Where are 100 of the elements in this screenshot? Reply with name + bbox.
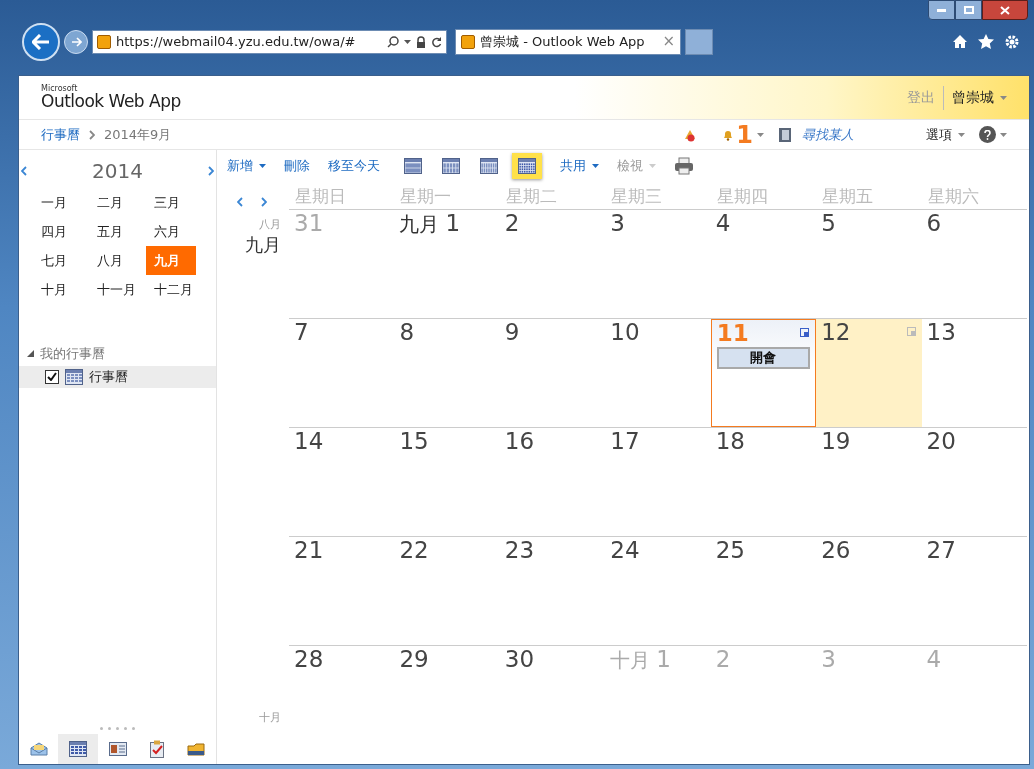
day-cell[interactable]: 24: [605, 537, 711, 645]
day-cell[interactable]: 11 開會: [710, 319, 817, 427]
tab-close-button[interactable]: ×: [662, 30, 675, 53]
checkbox[interactable]: [45, 369, 59, 384]
month-cell[interactable]: 十月: [33, 275, 83, 304]
browser-tab[interactable]: 曾崇城 - Outlook Web App ×: [455, 28, 681, 55]
day-cell[interactable]: 8: [394, 319, 500, 427]
day-cell[interactable]: 14: [289, 428, 395, 536]
today-button[interactable]: 移至今天: [328, 156, 380, 176]
day-number: 18: [715, 430, 745, 453]
month-cell[interactable]: 六月: [145, 217, 196, 246]
minimize-button[interactable]: [928, 0, 955, 20]
star-icon[interactable]: [978, 34, 994, 49]
previous-year-button[interactable]: [19, 166, 29, 176]
user-menu[interactable]: 曾崇城: [952, 87, 1007, 108]
new-button[interactable]: 新增: [227, 156, 266, 176]
day-cell[interactable]: 26: [816, 537, 922, 645]
chevron-right-icon: [208, 166, 214, 176]
address-book-icon[interactable]: [778, 126, 792, 143]
day-cell[interactable]: 9: [499, 319, 606, 427]
day-cell[interactable]: 2: [499, 210, 606, 318]
weekday-header: 星期二: [504, 184, 558, 208]
month-cell[interactable]: 二月: [89, 188, 140, 217]
day-cell[interactable]: 10: [605, 319, 711, 427]
options-menu[interactable]: 選項: [926, 124, 965, 145]
day-number: 8: [399, 321, 415, 344]
day-cell[interactable]: 23: [499, 537, 606, 645]
refresh-icon: [431, 35, 442, 48]
day-cell[interactable]: 3: [605, 210, 711, 318]
day-number: 7: [294, 321, 309, 344]
month-cell[interactable]: 五月: [89, 217, 140, 246]
day-number: 19: [821, 430, 851, 453]
month-cell[interactable]: 十一月: [89, 275, 140, 304]
day-cell[interactable]: 4: [710, 210, 817, 318]
day-cell[interactable]: 22: [394, 537, 500, 645]
day-cell[interactable]: 18: [710, 428, 817, 536]
day-number: 22: [399, 539, 429, 562]
maximize-button[interactable]: [955, 0, 982, 20]
month-cell[interactable]: 八月: [89, 246, 140, 275]
settings-icon[interactable]: [1004, 33, 1020, 50]
forward-button[interactable]: [64, 29, 88, 54]
day-number: 20: [926, 430, 956, 453]
month-cell[interactable]: 四月: [33, 217, 83, 246]
day-number: 23: [504, 539, 535, 562]
day-cell[interactable]: 27: [921, 537, 1027, 645]
outlook-logo-icon: [97, 34, 111, 49]
day-month-label: 九月: [399, 214, 440, 234]
view-button[interactable]: [512, 153, 542, 179]
day-cell[interactable]: 15: [394, 428, 500, 536]
month-cell[interactable]: 三月: [145, 188, 196, 217]
day-cell[interactable]: 九月 1: [394, 210, 500, 318]
month-cell[interactable]: 一月: [33, 188, 83, 217]
day-cell[interactable]: 17: [605, 428, 711, 536]
day-cell[interactable]: 7: [289, 319, 395, 427]
calendar-list-item[interactable]: 行事曆: [19, 365, 216, 388]
share-button[interactable]: 共用: [560, 156, 599, 176]
home-icon[interactable]: [952, 34, 968, 49]
calendar-name: 行事曆: [89, 367, 128, 386]
next-month-button[interactable]: [261, 197, 267, 207]
day-number: 28: [294, 648, 324, 671]
day-cell[interactable]: 12: [816, 319, 922, 427]
month-cell[interactable]: 十二月: [145, 275, 196, 304]
find-people-field[interactable]: 尋找某人: [802, 124, 902, 145]
day-cell[interactable]: 25: [710, 537, 817, 645]
day-cell[interactable]: 5: [816, 210, 922, 318]
caret-icon: [649, 164, 656, 168]
day-number: 16: [504, 430, 535, 453]
close-button[interactable]: [982, 0, 1028, 20]
brand-subtitle: Microsoft: [41, 85, 79, 93]
expand-icon[interactable]: [800, 328, 810, 337]
day-cell[interactable]: 28: [289, 646, 395, 754]
day-number: 14: [294, 430, 324, 453]
new-tab-button[interactable]: [685, 28, 713, 55]
day-cell[interactable]: 19: [816, 428, 922, 536]
previous-month-button[interactable]: [237, 197, 243, 207]
day-cell[interactable]: 21: [289, 537, 395, 645]
nav-tab[interactable]: [58, 734, 98, 764]
day-cell[interactable]: 6: [921, 210, 1027, 318]
address-bar[interactable]: https://webmail04.yzu.edu.tw/owa/#: [92, 29, 447, 54]
day-cell[interactable]: 20: [921, 428, 1027, 536]
back-button[interactable]: [22, 22, 60, 61]
day-cell[interactable]: 29: [394, 646, 500, 754]
breadcrumb-link[interactable]: 行事曆: [41, 124, 80, 145]
day-number: 25: [715, 539, 745, 562]
day-cell[interactable]: 13: [921, 319, 1027, 427]
weekday-header: 星期六: [926, 184, 980, 208]
help-button[interactable]: [979, 126, 1007, 143]
expand-triangle-icon[interactable]: [27, 350, 34, 358]
caret-icon: [1000, 132, 1007, 137]
chevron-left-icon: [21, 166, 27, 176]
event-chip[interactable]: 開會: [716, 347, 811, 369]
day-number: 1: [656, 648, 671, 671]
next-year-button[interactable]: [206, 166, 216, 176]
day-number: 3: [821, 648, 836, 671]
day-cell[interactable]: 30: [499, 646, 606, 754]
month-cell[interactable]: 七月: [33, 246, 83, 275]
day-cell[interactable]: 16: [499, 428, 606, 536]
delete-button[interactable]: 刪除: [284, 156, 310, 176]
day-number: 11: [716, 322, 749, 345]
printer-icon[interactable]: [674, 157, 694, 175]
